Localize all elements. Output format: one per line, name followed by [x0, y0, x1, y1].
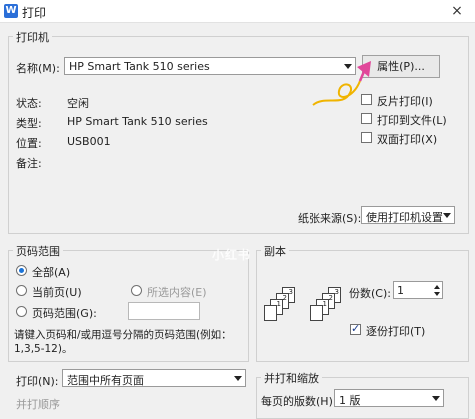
close-icon[interactable]: ×	[446, 1, 468, 21]
print-order-label: 并打顺序	[16, 398, 60, 411]
page-icon	[264, 305, 277, 321]
copies-count-input[interactable]: 1	[393, 281, 443, 299]
page-range-hint-1: 请键入页码和/或用逗号分隔的页码范围(例如：	[14, 329, 232, 341]
print-dialog: W 打印 × 打印机 名称(M): HP Smart Tank 510 seri…	[0, 0, 475, 419]
wps-writer-icon: W	[4, 4, 18, 18]
page-range-input[interactable]	[128, 302, 200, 320]
page-range-hint-2: 1,3,5-12)。	[14, 343, 73, 355]
pages-per-sheet-dropdown[interactable]: 1 版	[334, 389, 444, 407]
chevron-down-icon	[432, 396, 440, 401]
copies-count-value: 1	[397, 284, 404, 297]
collate-label: 逐份打印(T)	[366, 325, 426, 338]
title-bar: W 打印 ×	[0, 0, 475, 23]
paper-source-label: 纸张来源(S):	[298, 212, 362, 225]
page-range-group-label: 页码范围	[13, 243, 63, 259]
pages-per-sheet-label: 每页的版数(H):	[261, 395, 337, 408]
annotation-arrow-icon	[312, 61, 371, 106]
duplex-checkbox[interactable]	[361, 132, 372, 143]
checkmark-icon: ✓	[351, 322, 361, 335]
page-range-label: 页码范围(G):	[32, 307, 97, 320]
location-label: 位置:	[16, 137, 42, 150]
page-range-radio[interactable]	[16, 306, 27, 317]
all-pages-label: 全部(A)	[32, 266, 71, 279]
paper-source-dropdown[interactable]: 使用打印机设置	[361, 206, 455, 224]
window-title: 打印	[22, 6, 47, 20]
selection-label: 所选内容(E)	[147, 286, 207, 299]
status-label: 状态:	[16, 97, 42, 110]
reverse-print-label: 反片打印(I)	[377, 95, 433, 108]
type-value: HP Smart Tank 510 series	[67, 115, 208, 128]
watermark-logo: 小红书	[212, 248, 252, 262]
print-what-value: 范围中所有页面	[67, 374, 144, 387]
print-what-dropdown[interactable]: 范围中所有页面	[62, 369, 246, 387]
type-label: 类型:	[16, 117, 42, 130]
uncollated-pages-icon: 3 2 1	[262, 283, 302, 327]
current-page-label: 当前页(U)	[32, 286, 82, 299]
pages-per-sheet-value: 1 版	[339, 394, 361, 407]
printer-group-label: 打印机	[13, 29, 52, 45]
spin-up-icon[interactable]	[434, 285, 440, 289]
page-icon	[310, 305, 323, 321]
duplex-label: 双面打印(X)	[377, 133, 438, 146]
collated-pages-icon: 3 2 1	[308, 283, 348, 327]
chevron-down-icon	[443, 213, 451, 218]
print-to-file-label: 打印到文件(L)	[377, 114, 447, 127]
copies-count-label: 份数(C):	[349, 287, 391, 300]
all-pages-radio[interactable]	[16, 265, 27, 276]
location-value: USB001	[67, 135, 111, 148]
printer-name-label: 名称(M):	[16, 62, 60, 75]
spin-down-icon[interactable]	[434, 292, 440, 296]
status-value: 空闲	[67, 97, 89, 110]
print-what-label: 打印(N):	[16, 375, 59, 388]
copies-group-label: 副本	[261, 243, 289, 259]
current-page-radio[interactable]	[16, 285, 27, 296]
collate-checkbox[interactable]: ✓	[350, 322, 361, 335]
printer-name-value: HP Smart Tank 510 series	[69, 60, 210, 73]
annotation-loop	[312, 80, 361, 106]
chevron-down-icon	[234, 376, 242, 381]
zoom-group-label: 并打和缩放	[261, 370, 322, 386]
paper-source-value: 使用打印机设置	[366, 211, 443, 224]
selection-radio[interactable]	[131, 285, 142, 296]
comment-label: 备注:	[16, 157, 42, 170]
